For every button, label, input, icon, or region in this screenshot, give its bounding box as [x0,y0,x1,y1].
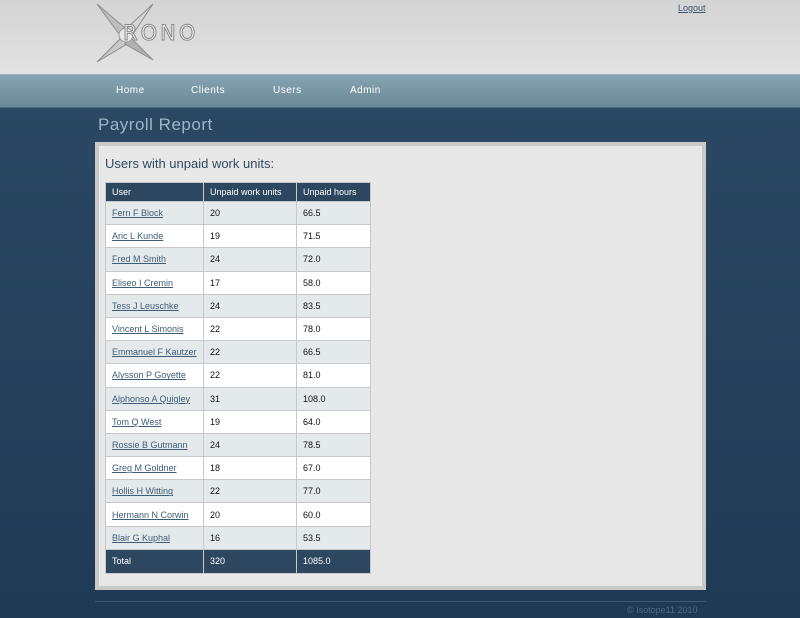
unpaid-units-cell: 17 [203,270,297,295]
user-link[interactable]: Fred M Smith [112,254,166,264]
user-link[interactable]: Aric L Kunde [112,231,163,241]
unpaid-hours-cell: 78.0 [296,316,371,342]
main-nav: Home Clients Users Admin [0,74,800,108]
unpaid-hours-cell: 83.5 [296,293,371,318]
user-cell: Fern F Block [105,200,204,226]
unpaid-hours-cell: 64.0 [296,409,371,434]
user-cell: Aric L Kunde [105,224,204,249]
table-row: Greg M Goldner 18 67.0 [105,456,371,481]
table-row: Blair G Kuphal 16 53.5 [105,525,371,550]
unpaid-units-cell: 22 [203,340,297,365]
column-header-unpaid-hours: Unpaid hours [296,182,371,202]
unpaid-units-cell: 19 [203,224,297,249]
user-link[interactable]: Alphonso A Quigley [112,394,190,404]
unpaid-units-cell: 19 [203,409,297,434]
unpaid-hours-cell: 78.5 [296,432,371,458]
table-row: Hollis H Witting 22 77.0 [105,479,371,504]
user-link[interactable]: Vincent L Simonis [112,324,184,334]
unpaid-units-cell: 16 [203,525,297,550]
table-total-row: Total 320 1085.0 [105,548,371,574]
user-link[interactable]: Emmanuel F Kautzer [112,347,197,357]
column-header-user: User [105,182,204,202]
report-heading: Users with unpaid work units: [105,156,275,171]
unpaid-hours-cell: 81.0 [296,363,371,388]
table-header-row: User Unpaid work units Unpaid hours [105,182,371,202]
table-row: Emmanuel F Kautzer 22 66.5 [105,340,371,365]
unpaid-units-cell: 31 [203,386,297,411]
unpaid-units-cell: 18 [203,456,297,481]
table-row: Fred M Smith 24 72.0 [105,247,371,272]
user-cell: Greg M Goldner [105,456,204,481]
unpaid-hours-cell: 77.0 [296,479,371,504]
nav-item-home[interactable]: Home [116,85,145,96]
page-title: Payroll Report [98,115,213,134]
user-cell: Emmanuel F Kautzer [105,340,204,365]
logo-text: RONO [122,21,199,46]
table-row: Tom Q West 19 64.0 [105,409,371,434]
unpaid-units-cell: 24 [203,432,297,458]
nav-item-admin[interactable]: Admin [350,85,381,96]
unpaid-hours-cell: 58.0 [296,270,371,295]
user-link[interactable]: Hollis H Witting [112,486,173,496]
user-cell: Vincent L Simonis [105,316,204,342]
nav-item-clients[interactable]: Clients [191,85,225,96]
column-header-unpaid-units: Unpaid work units [203,182,297,202]
total-label: Total [105,548,204,574]
unpaid-units-cell: 20 [203,200,297,226]
unpaid-hours-cell: 108.0 [296,386,371,411]
user-link[interactable]: Blair G Kuphal [112,533,170,543]
footer-copyright: © Isotope11 2010 [627,605,698,615]
user-link[interactable]: Alysson P Goyette [112,370,186,380]
user-cell: Hermann N Corwin [105,502,204,527]
unpaid-units-cell: 24 [203,247,297,272]
user-cell: Rossie B Gutmann [105,432,204,458]
user-link[interactable]: Fern F Block [112,208,163,218]
table-row: Fern F Block 20 66.5 [105,200,371,226]
unpaid-hours-cell: 60.0 [296,502,371,527]
unpaid-hours-cell: 72.0 [296,247,371,272]
table-row: Vincent L Simonis 22 78.0 [105,316,371,342]
table-row: Eliseo I Cremin 17 58.0 [105,270,371,295]
table-row: Aric L Kunde 19 71.5 [105,224,371,249]
table-row: Alphonso A Quigley 31 108.0 [105,386,371,411]
user-cell: Alysson P Goyette [105,363,204,388]
footer-divider [95,601,706,602]
user-cell: Blair G Kuphal [105,525,204,550]
table-row: Tess J Leuschke 24 83.5 [105,293,371,318]
unpaid-hours-cell: 66.5 [296,340,371,365]
nav-item-users[interactable]: Users [273,85,302,96]
user-link[interactable]: Greg M Goldner [112,463,177,473]
payroll-table: User Unpaid work units Unpaid hours Fern… [105,182,371,574]
unpaid-units-cell: 22 [203,363,297,388]
user-cell: Hollis H Witting [105,479,204,504]
logout-link[interactable]: Logout [678,3,706,13]
unpaid-hours-cell: 53.5 [296,525,371,550]
unpaid-hours-cell: 67.0 [296,456,371,481]
unpaid-units-cell: 22 [203,479,297,504]
user-link[interactable]: Tom Q West [112,417,161,427]
total-hours: 1085.0 [296,548,371,574]
user-cell: Tom Q West [105,409,204,434]
user-link[interactable]: Tess J Leuschke [112,301,179,311]
user-cell: Fred M Smith [105,247,204,272]
table-row: Hermann N Corwin 20 60.0 [105,502,371,527]
unpaid-units-cell: 24 [203,293,297,318]
total-units: 320 [203,548,297,574]
user-link[interactable]: Hermann N Corwin [112,510,189,520]
unpaid-units-cell: 22 [203,316,297,342]
unpaid-hours-cell: 71.5 [296,224,371,249]
report-panel: Users with unpaid work units: User Unpai… [95,142,706,590]
header: RONO Logout [0,0,800,74]
unpaid-hours-cell: 66.5 [296,200,371,226]
table-row: Alysson P Goyette 22 81.0 [105,363,371,388]
user-link[interactable]: Rossie B Gutmann [112,440,188,450]
table-row: Rossie B Gutmann 24 78.5 [105,432,371,458]
user-link[interactable]: Eliseo I Cremin [112,278,173,288]
unpaid-units-cell: 20 [203,502,297,527]
user-cell: Alphonso A Quigley [105,386,204,411]
user-cell: Tess J Leuschke [105,293,204,318]
user-cell: Eliseo I Cremin [105,270,204,295]
